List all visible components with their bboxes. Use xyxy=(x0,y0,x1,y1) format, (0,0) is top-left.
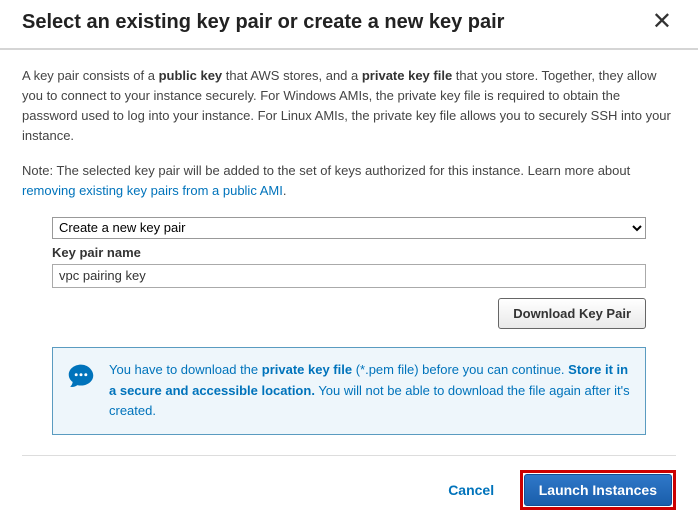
launch-instances-button[interactable]: Launch Instances xyxy=(524,474,672,506)
form-section: Create a new key pair Key pair name Down… xyxy=(22,215,676,329)
close-icon: ✕ xyxy=(652,8,672,35)
cancel-button[interactable]: Cancel xyxy=(442,481,500,499)
modal-body: A key pair consists of a public key that… xyxy=(0,50,698,435)
download-row: Download Key Pair xyxy=(52,298,646,329)
note-text: Note: The selected key pair will be adde… xyxy=(22,161,676,201)
download-key-pair-button[interactable]: Download Key Pair xyxy=(498,298,646,329)
modal-title: Select an existing key pair or create a … xyxy=(22,11,504,34)
modal-header: Select an existing key pair or create a … xyxy=(0,0,698,50)
key-pair-modal: Select an existing key pair or create a … xyxy=(0,0,698,522)
info-alert: You have to download the private key fil… xyxy=(52,347,646,435)
description-text: A key pair consists of a public key that… xyxy=(22,66,676,147)
modal-footer: Cancel Launch Instances xyxy=(22,455,676,522)
close-button[interactable]: ✕ xyxy=(648,10,676,34)
key-pair-name-label: Key pair name xyxy=(52,245,646,260)
chat-bubble-icon xyxy=(67,362,95,390)
launch-highlight: Launch Instances xyxy=(520,470,676,510)
key-pair-mode-select[interactable]: Create a new key pair xyxy=(52,217,646,239)
key-pair-name-input[interactable] xyxy=(52,264,646,288)
alert-text: You have to download the private key fil… xyxy=(109,360,631,422)
learn-more-link[interactable]: removing existing key pairs from a publi… xyxy=(22,183,283,198)
